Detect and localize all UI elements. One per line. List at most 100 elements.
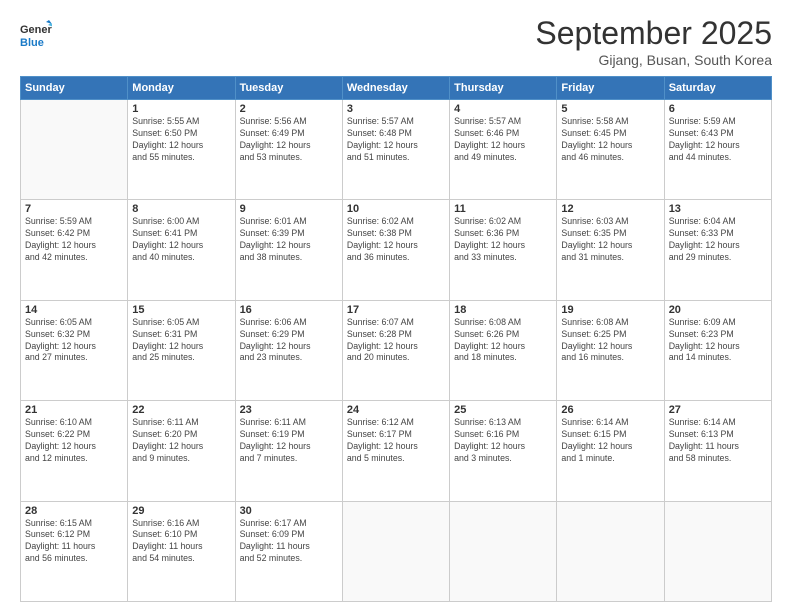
day-number: 30 — [240, 505, 338, 517]
day-info: Sunrise: 6:10 AMSunset: 6:22 PMDaylight:… — [25, 417, 123, 465]
day-number: 4 — [454, 103, 552, 115]
day-number: 27 — [669, 404, 767, 416]
day-number: 5 — [561, 103, 659, 115]
day-info: Sunrise: 6:02 AMSunset: 6:36 PMDaylight:… — [454, 216, 552, 264]
day-number: 19 — [561, 304, 659, 316]
day-number: 16 — [240, 304, 338, 316]
day-number: 10 — [347, 203, 445, 215]
calendar-week-row: 7Sunrise: 5:59 AMSunset: 6:42 PMDaylight… — [21, 200, 772, 300]
calendar-cell — [557, 501, 664, 601]
logo-graphic-icon: General Blue — [20, 19, 52, 51]
day-number: 12 — [561, 203, 659, 215]
calendar-cell: 29Sunrise: 6:16 AMSunset: 6:10 PMDayligh… — [128, 501, 235, 601]
calendar-cell: 8Sunrise: 6:00 AMSunset: 6:41 PMDaylight… — [128, 200, 235, 300]
logo: General Blue — [20, 19, 52, 51]
calendar-cell: 28Sunrise: 6:15 AMSunset: 6:12 PMDayligh… — [21, 501, 128, 601]
day-info: Sunrise: 6:05 AMSunset: 6:32 PMDaylight:… — [25, 317, 123, 365]
day-info: Sunrise: 6:16 AMSunset: 6:10 PMDaylight:… — [132, 518, 230, 566]
calendar-week-row: 1Sunrise: 5:55 AMSunset: 6:50 PMDaylight… — [21, 100, 772, 200]
calendar-cell — [450, 501, 557, 601]
day-number: 29 — [132, 505, 230, 517]
day-info: Sunrise: 6:05 AMSunset: 6:31 PMDaylight:… — [132, 317, 230, 365]
day-info: Sunrise: 5:57 AMSunset: 6:46 PMDaylight:… — [454, 116, 552, 164]
weekday-header-monday: Monday — [128, 77, 235, 100]
weekday-header-wednesday: Wednesday — [342, 77, 449, 100]
day-info: Sunrise: 6:02 AMSunset: 6:38 PMDaylight:… — [347, 216, 445, 264]
day-number: 6 — [669, 103, 767, 115]
weekday-header-sunday: Sunday — [21, 77, 128, 100]
day-number: 18 — [454, 304, 552, 316]
calendar-cell: 10Sunrise: 6:02 AMSunset: 6:38 PMDayligh… — [342, 200, 449, 300]
day-number: 1 — [132, 103, 230, 115]
calendar-cell: 23Sunrise: 6:11 AMSunset: 6:19 PMDayligh… — [235, 401, 342, 501]
calendar-cell — [21, 100, 128, 200]
calendar-cell: 14Sunrise: 6:05 AMSunset: 6:32 PMDayligh… — [21, 300, 128, 400]
day-info: Sunrise: 6:12 AMSunset: 6:17 PMDaylight:… — [347, 417, 445, 465]
day-number: 21 — [25, 404, 123, 416]
calendar-week-row: 21Sunrise: 6:10 AMSunset: 6:22 PMDayligh… — [21, 401, 772, 501]
day-info: Sunrise: 6:08 AMSunset: 6:26 PMDaylight:… — [454, 317, 552, 365]
day-info: Sunrise: 6:08 AMSunset: 6:25 PMDaylight:… — [561, 317, 659, 365]
calendar-cell: 26Sunrise: 6:14 AMSunset: 6:15 PMDayligh… — [557, 401, 664, 501]
day-info: Sunrise: 5:57 AMSunset: 6:48 PMDaylight:… — [347, 116, 445, 164]
day-info: Sunrise: 5:59 AMSunset: 6:42 PMDaylight:… — [25, 216, 123, 264]
day-info: Sunrise: 5:55 AMSunset: 6:50 PMDaylight:… — [132, 116, 230, 164]
calendar-cell: 11Sunrise: 6:02 AMSunset: 6:36 PMDayligh… — [450, 200, 557, 300]
calendar-cell: 4Sunrise: 5:57 AMSunset: 6:46 PMDaylight… — [450, 100, 557, 200]
day-info: Sunrise: 6:11 AMSunset: 6:20 PMDaylight:… — [132, 417, 230, 465]
calendar-table: SundayMondayTuesdayWednesdayThursdayFrid… — [20, 76, 772, 602]
day-info: Sunrise: 6:09 AMSunset: 6:23 PMDaylight:… — [669, 317, 767, 365]
day-number: 8 — [132, 203, 230, 215]
calendar-cell: 27Sunrise: 6:14 AMSunset: 6:13 PMDayligh… — [664, 401, 771, 501]
weekday-header-thursday: Thursday — [450, 77, 557, 100]
day-number: 24 — [347, 404, 445, 416]
weekday-header-tuesday: Tuesday — [235, 77, 342, 100]
day-info: Sunrise: 6:11 AMSunset: 6:19 PMDaylight:… — [240, 417, 338, 465]
day-number: 14 — [25, 304, 123, 316]
day-number: 15 — [132, 304, 230, 316]
day-number: 28 — [25, 505, 123, 517]
day-info: Sunrise: 6:03 AMSunset: 6:35 PMDaylight:… — [561, 216, 659, 264]
month-title: September 2025 — [535, 15, 772, 52]
day-info: Sunrise: 6:17 AMSunset: 6:09 PMDaylight:… — [240, 518, 338, 566]
day-number: 7 — [25, 203, 123, 215]
day-number: 2 — [240, 103, 338, 115]
day-number: 3 — [347, 103, 445, 115]
calendar-cell: 19Sunrise: 6:08 AMSunset: 6:25 PMDayligh… — [557, 300, 664, 400]
header: General Blue September 2025 Gijang, Busa… — [20, 15, 772, 68]
calendar-cell: 18Sunrise: 6:08 AMSunset: 6:26 PMDayligh… — [450, 300, 557, 400]
day-info: Sunrise: 6:06 AMSunset: 6:29 PMDaylight:… — [240, 317, 338, 365]
day-info: Sunrise: 6:14 AMSunset: 6:13 PMDaylight:… — [669, 417, 767, 465]
calendar-cell: 21Sunrise: 6:10 AMSunset: 6:22 PMDayligh… — [21, 401, 128, 501]
svg-text:Blue: Blue — [20, 37, 44, 49]
title-block: September 2025 Gijang, Busan, South Kore… — [535, 15, 772, 68]
calendar-cell: 5Sunrise: 5:58 AMSunset: 6:45 PMDaylight… — [557, 100, 664, 200]
calendar-cell: 25Sunrise: 6:13 AMSunset: 6:16 PMDayligh… — [450, 401, 557, 501]
day-number: 11 — [454, 203, 552, 215]
calendar-cell: 16Sunrise: 6:06 AMSunset: 6:29 PMDayligh… — [235, 300, 342, 400]
weekday-header-saturday: Saturday — [664, 77, 771, 100]
calendar-cell — [664, 501, 771, 601]
day-number: 22 — [132, 404, 230, 416]
day-info: Sunrise: 6:00 AMSunset: 6:41 PMDaylight:… — [132, 216, 230, 264]
calendar-cell: 2Sunrise: 5:56 AMSunset: 6:49 PMDaylight… — [235, 100, 342, 200]
calendar-cell: 20Sunrise: 6:09 AMSunset: 6:23 PMDayligh… — [664, 300, 771, 400]
calendar-cell: 15Sunrise: 6:05 AMSunset: 6:31 PMDayligh… — [128, 300, 235, 400]
calendar-cell: 22Sunrise: 6:11 AMSunset: 6:20 PMDayligh… — [128, 401, 235, 501]
calendar-cell: 3Sunrise: 5:57 AMSunset: 6:48 PMDaylight… — [342, 100, 449, 200]
day-info: Sunrise: 6:15 AMSunset: 6:12 PMDaylight:… — [25, 518, 123, 566]
page: General Blue September 2025 Gijang, Busa… — [0, 0, 792, 612]
svg-text:General: General — [20, 24, 52, 36]
day-info: Sunrise: 6:14 AMSunset: 6:15 PMDaylight:… — [561, 417, 659, 465]
day-number: 26 — [561, 404, 659, 416]
location-subtitle: Gijang, Busan, South Korea — [535, 52, 772, 68]
calendar-cell: 12Sunrise: 6:03 AMSunset: 6:35 PMDayligh… — [557, 200, 664, 300]
weekday-header-row: SundayMondayTuesdayWednesdayThursdayFrid… — [21, 77, 772, 100]
calendar-cell: 6Sunrise: 5:59 AMSunset: 6:43 PMDaylight… — [664, 100, 771, 200]
day-number: 23 — [240, 404, 338, 416]
day-info: Sunrise: 6:01 AMSunset: 6:39 PMDaylight:… — [240, 216, 338, 264]
day-number: 20 — [669, 304, 767, 316]
day-number: 25 — [454, 404, 552, 416]
calendar-cell: 17Sunrise: 6:07 AMSunset: 6:28 PMDayligh… — [342, 300, 449, 400]
day-info: Sunrise: 6:13 AMSunset: 6:16 PMDaylight:… — [454, 417, 552, 465]
